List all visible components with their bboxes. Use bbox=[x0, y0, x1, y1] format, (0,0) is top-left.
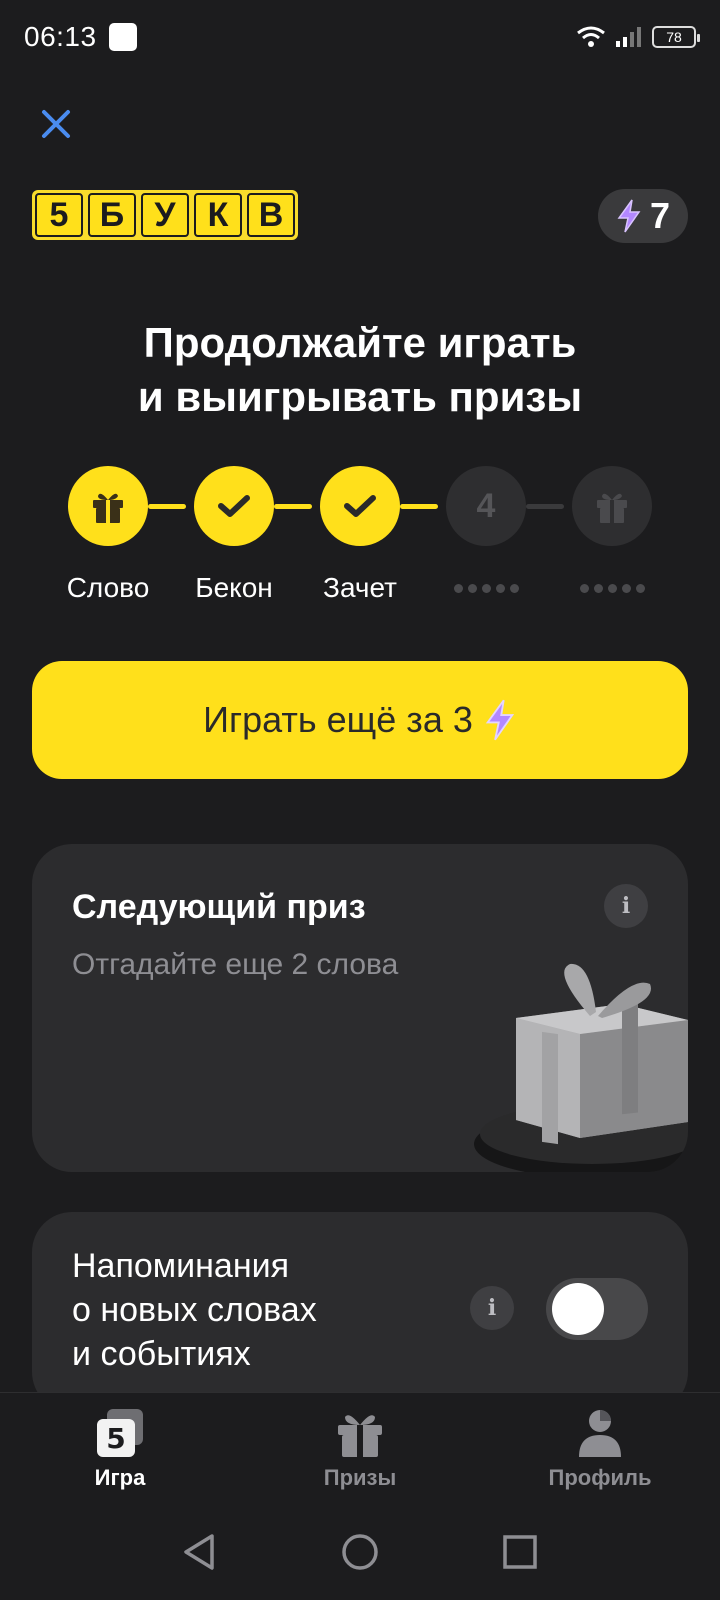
reminders-label-line-1: Напоминания bbox=[72, 1247, 290, 1285]
play-again-button[interactable]: Играть ещё за 3 bbox=[32, 661, 688, 779]
lightning-icon bbox=[617, 199, 641, 233]
status-bar: 06:13 78 bbox=[0, 0, 720, 74]
next-prize-card[interactable]: Следующий приз Отгадайте еще 2 слова i bbox=[32, 844, 688, 1172]
step-3-label: Зачет bbox=[323, 572, 397, 603]
logo-letter: К bbox=[194, 193, 242, 237]
energy-count: 7 bbox=[649, 195, 671, 236]
tab-prizes[interactable]: Призы bbox=[240, 1393, 480, 1504]
close-icon bbox=[42, 110, 70, 138]
tab-profile-label: Профиль bbox=[548, 1465, 652, 1490]
lightning-icon bbox=[485, 699, 514, 741]
progress-steps: 4 Слово Бекон Зачет bbox=[0, 466, 720, 606]
gift-icon bbox=[93, 493, 123, 523]
reminders-label: Напоминания о новых словах и событиях bbox=[72, 1244, 317, 1376]
check-icon bbox=[344, 495, 376, 517]
system-navigation-bar bbox=[0, 1504, 720, 1600]
step-1-label: Слово bbox=[66, 572, 150, 603]
step-connector bbox=[148, 504, 186, 509]
notification-icon bbox=[108, 23, 137, 51]
step-4-hidden-label bbox=[416, 584, 556, 593]
profile-icon bbox=[579, 1410, 621, 1457]
wifi-icon bbox=[577, 26, 605, 47]
step-4: 4 bbox=[446, 466, 526, 546]
step-1 bbox=[68, 466, 148, 546]
status-icons: 78 bbox=[576, 25, 700, 49]
next-prize-title: Следующий приз bbox=[72, 888, 366, 926]
step-5-hidden-label bbox=[542, 584, 682, 593]
prize-info-icon[interactable]: i bbox=[604, 884, 648, 928]
reminders-label-line-3: и событиях bbox=[72, 1335, 251, 1373]
next-prize-subtitle: Отгадайте еще 2 слова bbox=[72, 948, 399, 981]
battery-icon: 78 bbox=[652, 26, 700, 48]
gift-icon bbox=[338, 1415, 382, 1457]
step-connector bbox=[274, 504, 312, 509]
reminders-label-line-2: о новых словах bbox=[72, 1291, 317, 1329]
energy-balance[interactable]: 7 bbox=[598, 189, 688, 243]
svg-text:5: 5 bbox=[106, 1422, 125, 1455]
page-title-line-1: Продолжайте играть bbox=[143, 319, 577, 366]
app-logo: 5 Б У К В bbox=[32, 190, 298, 240]
gift-box-image bbox=[474, 963, 688, 1172]
step-number: 4 bbox=[476, 486, 496, 525]
step-connector bbox=[526, 504, 564, 509]
gift-icon bbox=[597, 493, 627, 523]
reminders-card: Напоминания о новых словах и событиях i bbox=[32, 1212, 688, 1412]
step-2 bbox=[194, 466, 274, 546]
recents-icon[interactable] bbox=[500, 1532, 540, 1572]
home-icon[interactable] bbox=[340, 1532, 380, 1572]
toggle-knob bbox=[552, 1283, 604, 1335]
check-icon bbox=[218, 495, 250, 517]
status-time: 06:13 bbox=[24, 21, 97, 52]
bottom-tab-bar: 5 Игра Призы Профиль bbox=[0, 1392, 720, 1504]
tab-prizes-label: Призы bbox=[323, 1465, 397, 1490]
step-2-label: Бекон bbox=[195, 572, 273, 603]
logo-letter: У bbox=[141, 193, 189, 237]
tab-profile[interactable]: Профиль bbox=[480, 1393, 720, 1504]
logo-letter: Б bbox=[88, 193, 136, 237]
signal-icon bbox=[616, 27, 641, 47]
step-5 bbox=[572, 466, 652, 546]
battery-level: 78 bbox=[666, 29, 682, 45]
page-title: Продолжайте играть и выигрывать призы bbox=[0, 316, 720, 424]
step-3 bbox=[320, 466, 400, 546]
logo-letter: В bbox=[247, 193, 295, 237]
play-again-label: Играть ещё за 3 bbox=[203, 699, 473, 740]
step-connector bbox=[400, 504, 438, 509]
tab-game[interactable]: 5 Игра bbox=[0, 1393, 240, 1504]
reminders-toggle[interactable] bbox=[546, 1278, 648, 1340]
game-icon: 5 bbox=[97, 1409, 143, 1457]
tab-game-label: Игра bbox=[94, 1465, 146, 1490]
reminders-info-icon[interactable]: i bbox=[470, 1286, 514, 1330]
page-title-line-2: и выигрывать призы bbox=[137, 373, 583, 420]
back-icon[interactable] bbox=[180, 1532, 220, 1572]
logo-letter: 5 bbox=[35, 193, 83, 237]
close-button[interactable] bbox=[36, 104, 76, 144]
